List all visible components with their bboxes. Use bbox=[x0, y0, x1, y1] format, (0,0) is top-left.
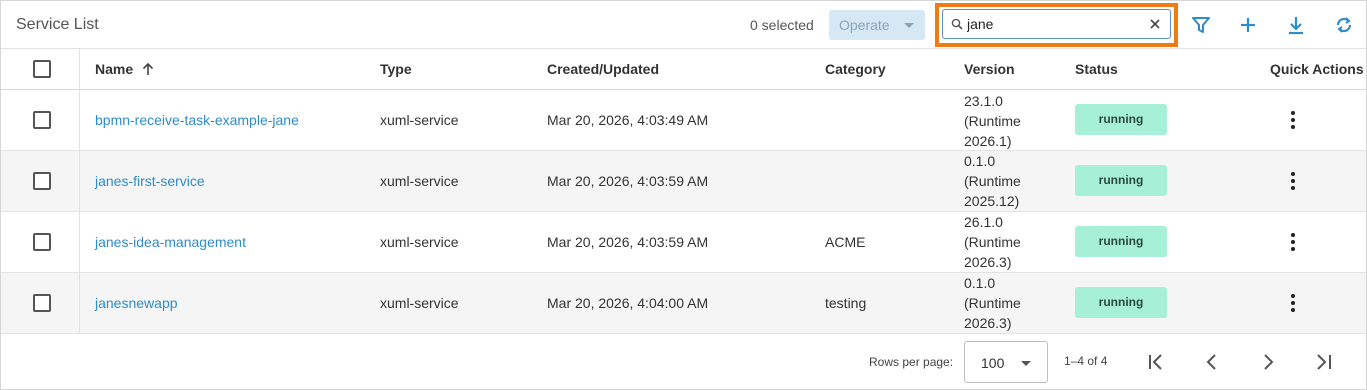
service-name-link[interactable]: janes-idea-management bbox=[95, 234, 246, 250]
more-vertical-icon[interactable] bbox=[1285, 171, 1301, 191]
column-header-quick-actions: Quick Actions bbox=[1270, 61, 1364, 77]
service-type: xuml-service bbox=[380, 112, 459, 128]
caret-down-icon bbox=[1021, 361, 1031, 366]
search-field[interactable] bbox=[942, 9, 1171, 39]
page-title: Service List bbox=[16, 16, 99, 33]
table-row[interactable]: bpmn-receive-task-example-jane xuml-serv… bbox=[1, 90, 1366, 151]
more-vertical-icon[interactable] bbox=[1285, 232, 1301, 252]
service-list-panel: Service List 0 selected Operate jane Nam… bbox=[0, 0, 1367, 390]
selected-count: 0 selected bbox=[750, 17, 814, 33]
service-name-link[interactable]: janesnewapp bbox=[95, 295, 178, 311]
service-created: Mar 20, 2026, 4:03:59 AM bbox=[547, 234, 709, 250]
rows-per-page-label: Rows per page: bbox=[869, 355, 954, 369]
last-page-icon[interactable] bbox=[1312, 350, 1336, 374]
operate-button[interactable]: Operate bbox=[829, 10, 925, 40]
search-input[interactable] bbox=[967, 14, 1137, 34]
refresh-icon[interactable] bbox=[1332, 13, 1356, 37]
service-created: Mar 20, 2026, 4:03:49 AM bbox=[547, 112, 709, 128]
row-checkbox[interactable] bbox=[33, 233, 51, 251]
service-type: xuml-service bbox=[380, 295, 459, 311]
table-row[interactable]: janesnewapp xuml-service Mar 20, 2026, 4… bbox=[1, 273, 1366, 334]
status-badge: running bbox=[1075, 287, 1167, 318]
status-badge: running bbox=[1075, 226, 1167, 257]
download-icon[interactable] bbox=[1284, 13, 1308, 37]
table-header: Name Type Created/Updated Category Versi… bbox=[1, 49, 1366, 90]
column-header-category[interactable]: Category bbox=[825, 61, 886, 77]
service-type: xuml-service bbox=[380, 234, 459, 250]
row-checkbox[interactable] bbox=[33, 111, 51, 129]
rows-per-page-select[interactable]: 100 bbox=[964, 341, 1048, 383]
service-category: testing bbox=[825, 295, 867, 311]
column-header-type[interactable]: Type bbox=[380, 61, 412, 77]
clear-icon[interactable] bbox=[1148, 17, 1162, 31]
first-page-icon[interactable] bbox=[1145, 350, 1169, 374]
table-row[interactable]: janes-first-service xuml-service Mar 20,… bbox=[1, 151, 1366, 212]
status-badge: running bbox=[1075, 104, 1167, 135]
status-badge: running bbox=[1075, 165, 1167, 196]
more-vertical-icon[interactable] bbox=[1285, 293, 1301, 313]
service-version: 0.1.0 (Runtime 2025.12) bbox=[964, 153, 1021, 209]
service-name-link[interactable]: janes-first-service bbox=[95, 173, 205, 189]
service-version: 26.1.0 (Runtime 2026.3) bbox=[964, 214, 1021, 270]
pagination-bar: Rows per page: 100 1–4 of 4 bbox=[1, 334, 1366, 389]
table-row[interactable]: janes-idea-management xuml-service Mar 2… bbox=[1, 212, 1366, 273]
row-checkbox[interactable] bbox=[33, 172, 51, 190]
rows-per-page-value: 100 bbox=[981, 355, 1005, 371]
service-version: 23.1.0 (Runtime 2026.1) bbox=[964, 93, 1021, 149]
column-header-version[interactable]: Version bbox=[964, 61, 1015, 77]
service-name-link[interactable]: bpmn-receive-task-example-jane bbox=[95, 112, 299, 128]
operate-label: Operate bbox=[839, 17, 890, 33]
select-all-checkbox[interactable] bbox=[33, 60, 51, 78]
search-icon bbox=[951, 18, 963, 30]
column-header-created[interactable]: Created/Updated bbox=[547, 61, 659, 77]
pagination-range: 1–4 of 4 bbox=[1064, 354, 1108, 368]
filter-icon[interactable] bbox=[1189, 13, 1213, 37]
column-divider bbox=[79, 49, 80, 334]
row-checkbox[interactable] bbox=[33, 294, 51, 312]
service-type: xuml-service bbox=[380, 173, 459, 189]
previous-page-icon[interactable] bbox=[1200, 350, 1224, 374]
service-category: ACME bbox=[825, 234, 866, 250]
service-created: Mar 20, 2026, 4:03:59 AM bbox=[547, 173, 709, 189]
service-version: 0.1.0 (Runtime 2026.3) bbox=[964, 275, 1021, 331]
toolbar: Service List 0 selected Operate bbox=[1, 1, 1366, 49]
more-vertical-icon[interactable] bbox=[1285, 110, 1301, 130]
column-header-name[interactable]: Name bbox=[95, 61, 155, 77]
next-page-icon[interactable] bbox=[1256, 350, 1280, 374]
plus-icon[interactable] bbox=[1236, 13, 1260, 37]
caret-down-icon bbox=[904, 23, 914, 28]
column-header-status[interactable]: Status bbox=[1075, 61, 1118, 77]
sort-arrow-up-icon[interactable] bbox=[141, 62, 155, 76]
service-created: Mar 20, 2026, 4:04:00 AM bbox=[547, 295, 709, 311]
